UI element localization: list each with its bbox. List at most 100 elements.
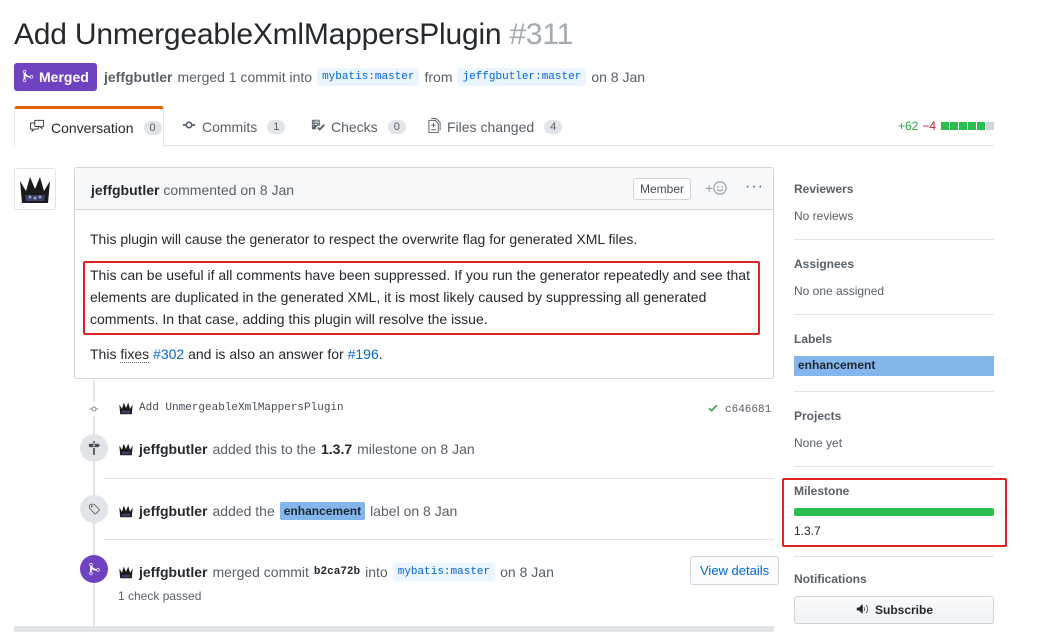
divider <box>104 539 774 540</box>
subscribe-button[interactable]: Subscribe <box>794 596 994 624</box>
event-text: on 8 Jan <box>500 564 554 580</box>
check-icon[interactable] <box>707 402 719 417</box>
commit-message-link[interactable]: Add UnmergeableXmlMappersPlugin <box>139 402 344 414</box>
comment-paragraph-1: This plugin will cause the generator to … <box>90 231 638 247</box>
text-fragment: . <box>378 346 383 362</box>
label-event: jeffgbutler added the enhancement label … <box>118 502 457 520</box>
divider <box>794 314 994 315</box>
git-merge-icon <box>80 555 108 583</box>
crown-avatar-icon <box>118 503 134 519</box>
reviewers-value: No reviews <box>794 209 854 223</box>
milestone-link[interactable]: 1.3.7 <box>321 441 352 457</box>
deletions-count: −4 <box>922 119 936 133</box>
enhancement-label[interactable]: enhancement <box>279 502 366 520</box>
member-badge: Member <box>633 178 692 200</box>
comment-discussion-icon <box>29 119 45 136</box>
comment-author-line: jeffgbutler commented on 8 Jan <box>91 182 294 198</box>
page-title: Add UnmergeableXmlMappersPlugin #311 <box>14 18 573 52</box>
issue-link-196[interactable]: #196 <box>348 346 379 362</box>
divider <box>794 239 994 240</box>
diffstat-block <box>977 122 985 130</box>
tab-checks[interactable]: Checks 0 <box>297 106 420 147</box>
assignees-value: No one assigned <box>794 284 885 298</box>
tab-label: Files changed <box>447 118 535 135</box>
event-author[interactable]: jeffgbutler <box>139 503 207 519</box>
tab-counter: 1 <box>267 119 286 134</box>
additions-count: +62 <box>897 119 919 133</box>
tab-label: Checks <box>331 118 378 135</box>
divider <box>794 391 994 392</box>
git-merge-icon <box>22 69 34 86</box>
notifications-heading: Notifications <box>794 572 867 586</box>
issue-link-302[interactable]: #302 <box>153 346 184 362</box>
merge-date: on 8 Jan <box>591 69 646 85</box>
git-commit-icon <box>87 402 101 416</box>
timeline-bottom <box>14 626 774 632</box>
kebab-menu-icon[interactable]: ··· <box>745 178 764 196</box>
pr-number: #311 <box>509 18 574 51</box>
base-branch[interactable]: mybatis:master <box>317 68 420 86</box>
commit-row: Add UnmergeableXmlMappersPlugin <box>118 400 344 416</box>
event-text: added the <box>212 503 275 519</box>
tab-counter: 0 <box>143 120 162 135</box>
tab-label: Conversation <box>51 119 134 136</box>
pr-meta: jeffgbutler merged 1 commit into mybatis… <box>104 68 645 86</box>
add-reaction-icon[interactable]: + <box>705 180 727 196</box>
diffstat-block <box>941 122 949 130</box>
head-branch[interactable]: jeffgbutler:master <box>457 68 587 86</box>
tab-files-changed[interactable]: Files changed 4 <box>414 106 576 147</box>
assignees-heading[interactable]: Assignees <box>794 257 854 271</box>
avatar[interactable] <box>14 168 56 210</box>
crown-avatar-icon <box>17 171 53 207</box>
state-label: Merged <box>39 69 89 85</box>
projects-value: None yet <box>794 436 843 450</box>
diffstat-block <box>986 122 994 130</box>
comment-action: commented on 8 Jan <box>163 182 295 198</box>
crown-avatar-icon <box>118 564 134 580</box>
event-text: label on 8 Jan <box>370 503 458 519</box>
event-author[interactable]: jeffgbutler <box>139 441 207 457</box>
comment-header: jeffgbutler commented on 8 Jan Member + … <box>75 168 773 210</box>
comment-box: jeffgbutler commented on 8 Jan Member + … <box>74 167 774 379</box>
merged-text: merged 1 commit into <box>177 69 313 85</box>
event-text: milestone on 8 Jan <box>357 441 475 457</box>
event-text: added this to the <box>212 441 316 457</box>
crown-avatar-icon <box>118 441 134 457</box>
file-diff-icon <box>428 117 441 136</box>
merged-state-badge: Merged <box>14 63 97 91</box>
merge-event: jeffgbutler merged commit b2ca72b into m… <box>118 563 554 581</box>
fixes-keyword: fixes <box>120 346 150 363</box>
projects-heading[interactable]: Projects <box>794 409 841 423</box>
tab-commits[interactable]: Commits 1 <box>168 106 299 147</box>
diffstat-block <box>950 122 958 130</box>
event-text: into <box>365 564 388 580</box>
comment-author[interactable]: jeffgbutler <box>91 182 159 198</box>
commit-status: c646681 <box>707 402 771 417</box>
divider <box>794 466 994 467</box>
reviewers-heading[interactable]: Reviewers <box>794 182 853 196</box>
highlight-box <box>83 261 760 335</box>
text-fragment: This <box>90 346 117 362</box>
divider <box>104 478 774 479</box>
milestone-icon <box>80 434 108 462</box>
checks-status: 1 check passed <box>118 589 202 603</box>
merge-commit-sha[interactable]: b2ca72b <box>314 566 360 578</box>
highlight-box <box>782 478 1007 547</box>
sidebar-label-enhancement[interactable]: enhancement <box>794 356 994 376</box>
pr-title: Add UnmergeableXmlMappersPlugin <box>14 18 502 51</box>
labels-heading[interactable]: Labels <box>794 332 832 346</box>
commit-sha[interactable]: c646681 <box>725 404 771 416</box>
checklist-icon <box>311 118 325 135</box>
base-branch[interactable]: mybatis:master <box>392 563 496 581</box>
author-link[interactable]: jeffgbutler <box>104 69 172 85</box>
crown-avatar-icon <box>118 400 134 416</box>
event-text: merged commit <box>212 564 309 580</box>
diffstat-blocks <box>940 119 994 133</box>
view-details-button[interactable]: View details <box>690 556 780 585</box>
text-fragment: and is also an answer for <box>188 346 344 362</box>
speaker-icon <box>855 603 869 618</box>
event-author[interactable]: jeffgbutler <box>139 564 207 580</box>
tab-conversation[interactable]: Conversation 0 <box>14 106 164 147</box>
tag-icon <box>80 495 108 523</box>
comment-paragraph-3: This fixes #302 and is also an answer fo… <box>90 343 383 365</box>
